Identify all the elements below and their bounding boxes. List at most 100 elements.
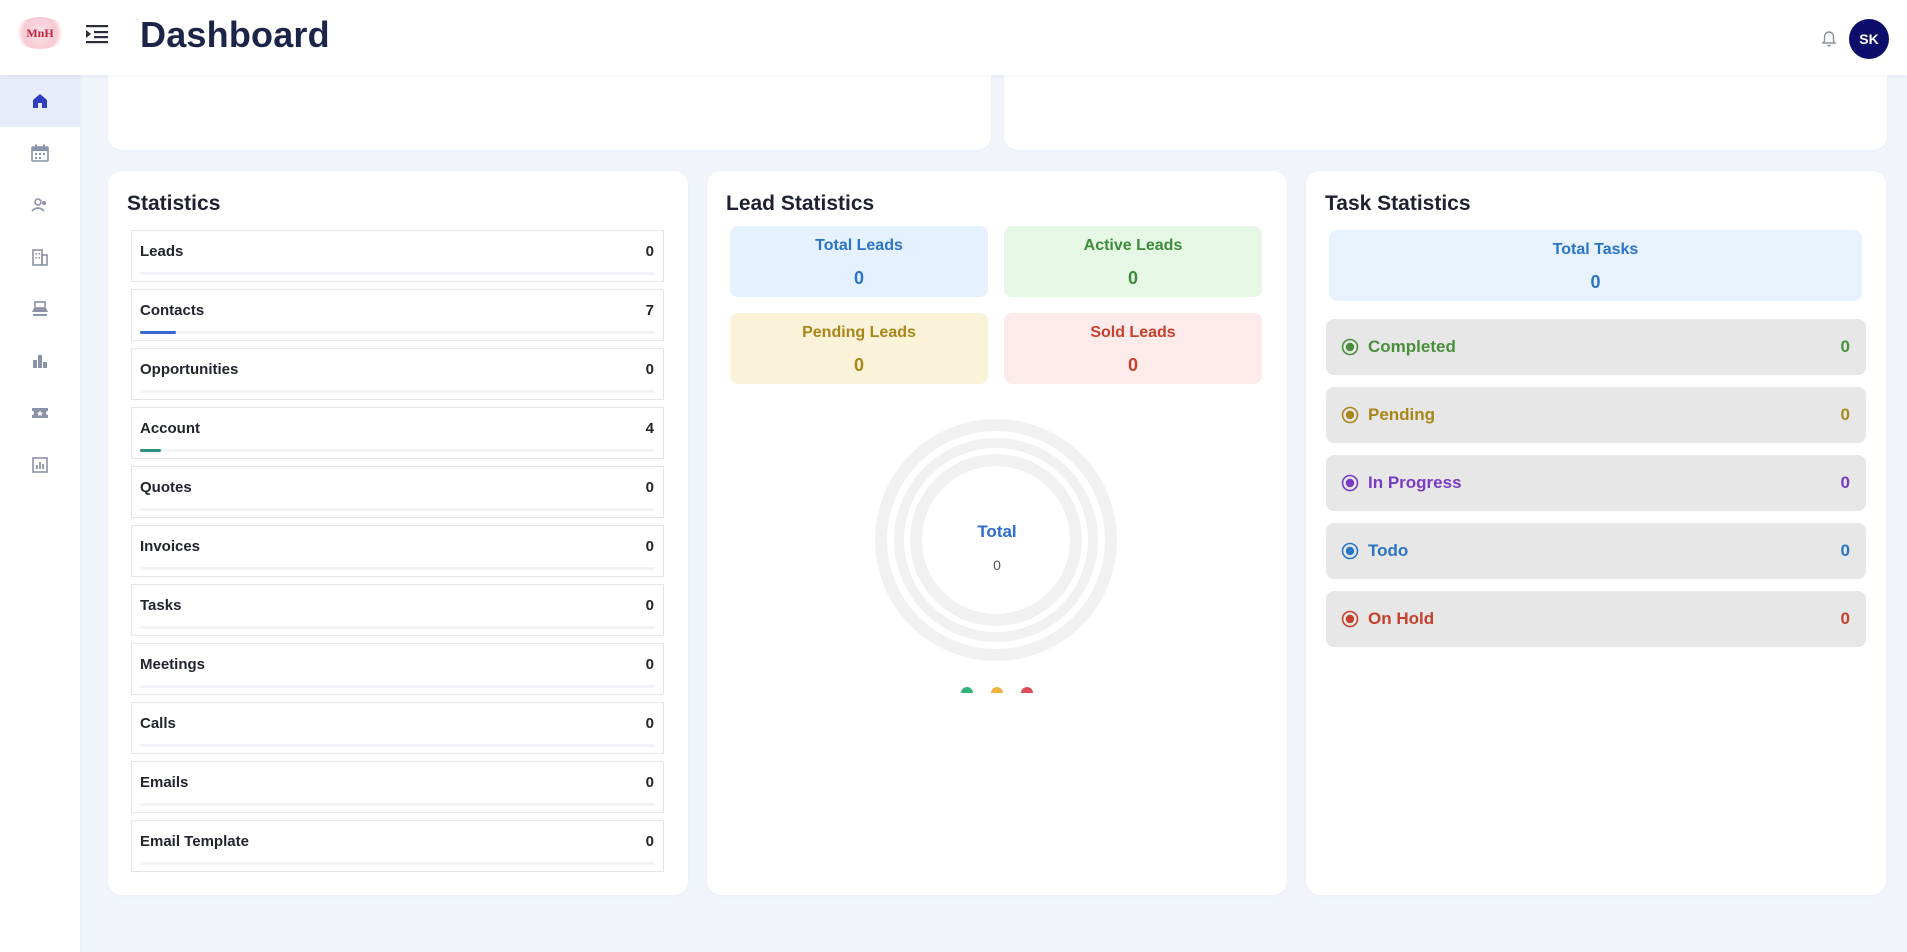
menu-toggle-icon[interactable] (86, 23, 110, 45)
stat-progress-track (140, 744, 655, 747)
stat-label: Calls (140, 715, 176, 732)
top-bar: MnH Dashboard SK (0, 0, 1907, 75)
bar-chart-icon (33, 355, 47, 368)
sidebar-item-accounts[interactable] (0, 231, 80, 283)
lead-tile-value: 0 (1127, 268, 1138, 288)
stat-row-calls[interactable]: Calls 0 (131, 702, 664, 754)
lead-tile-label: Sold Leads (1090, 324, 1176, 341)
stat-value: 0 (645, 597, 654, 614)
stat-row-tasks[interactable]: Tasks 0 (131, 584, 664, 636)
stat-row-contacts[interactable]: Contacts 7 (131, 289, 664, 341)
logo-text: MnH (26, 25, 54, 40)
lead-tile-label: Pending Leads (802, 324, 916, 341)
stat-label: Account (140, 420, 200, 437)
overview-card-right (1004, 62, 1887, 150)
task-statistics-panel: Task Statistics Total Tasks 0 Completed 0… (1306, 171, 1886, 895)
desk-icon (32, 301, 48, 316)
statistics-panel: Statistics Leads 0 Contacts 7 Opportunities 0… (108, 171, 688, 895)
sidebar-item-calendar[interactable] (0, 127, 80, 179)
legend-item[interactable] (961, 685, 973, 693)
task-row-label: On Hold (1368, 609, 1435, 628)
task-row-todo[interactable]: Todo 0 (1326, 523, 1866, 579)
task-row-pending[interactable]: Pending 0 (1326, 387, 1866, 443)
lead-statistics-title: Lead Statistics (726, 192, 875, 215)
donut-total-label: Total (977, 522, 1017, 541)
sidebar-item-home[interactable] (0, 75, 80, 127)
stat-label: Invoices (140, 538, 201, 555)
stat-progress-track (140, 331, 655, 334)
sidebar-item-analytics[interactable] (0, 439, 80, 491)
stat-row-account[interactable]: Account 4 (131, 407, 664, 459)
page-title: Dashboard (140, 14, 330, 55)
sidebar-item-tickets[interactable] (0, 387, 80, 439)
lead-tile-sold-leads[interactable]: Sold Leads 0 (1004, 313, 1262, 384)
stat-row-meetings[interactable]: Meetings 0 (131, 643, 664, 695)
legend-dot (991, 687, 1003, 693)
avatar[interactable]: SK (1849, 19, 1889, 59)
task-row-value: 0 (1840, 541, 1850, 560)
statistics-list: Leads 0 Contacts 7 Opportunities 0 Account 4 Quo… (131, 230, 664, 879)
stat-label: Email Template (140, 833, 249, 850)
task-row-value: 0 (1840, 405, 1850, 424)
statistics-title: Statistics (127, 192, 221, 215)
overview-card-left (108, 62, 991, 150)
lead-tile-label: Total Leads (815, 237, 903, 254)
lead-tile-value: 0 (1127, 355, 1138, 375)
lead-tile-active-leads[interactable]: Active Leads 0 (1004, 226, 1262, 297)
stat-label: Meetings (140, 656, 206, 673)
stat-row-emails[interactable]: Emails 0 (131, 761, 664, 813)
status-dot-icon (1341, 474, 1359, 492)
sidebar-item-contacts[interactable] (0, 179, 80, 231)
calendar-icon (31, 144, 49, 162)
task-row-value: 0 (1840, 609, 1850, 628)
stat-row-leads[interactable]: Leads 0 (131, 230, 664, 282)
home-icon (33, 94, 47, 108)
stat-value: 0 (645, 538, 654, 555)
task-statistics-title: Task Statistics (1325, 192, 1471, 215)
stat-label: Quotes (140, 479, 192, 496)
report-icon (32, 457, 48, 473)
sidebar-item-office[interactable] (0, 283, 80, 335)
total-tasks-label: Total Tasks (1552, 241, 1639, 258)
stat-label: Tasks (140, 597, 182, 614)
stat-value: 0 (645, 479, 654, 496)
stat-progress-fill (140, 331, 177, 334)
stat-row-opportunities[interactable]: Opportunities 0 (131, 348, 664, 400)
legend-item[interactable] (991, 685, 1003, 693)
stat-value: 0 (645, 361, 654, 378)
status-dot-icon (1341, 406, 1359, 424)
stat-row-quotes[interactable]: Quotes 0 (131, 466, 664, 518)
stat-row-invoices[interactable]: Invoices 0 (131, 525, 664, 577)
lead-tile-label: Active Leads (1083, 237, 1183, 254)
stat-label: Contacts (140, 302, 205, 319)
users-icon (31, 198, 46, 212)
stat-progress-track (140, 449, 655, 452)
task-row-in-progress[interactable]: In Progress 0 (1326, 455, 1866, 511)
task-row-label: Todo (1368, 541, 1409, 560)
total-tasks-value: 0 (1590, 272, 1601, 292)
lead-tile-total-leads[interactable]: Total Leads 0 (730, 226, 988, 297)
sidebar-item-reports[interactable] (0, 335, 80, 387)
legend-dot (961, 687, 973, 693)
stat-progress-track (140, 862, 655, 865)
lead-tile-pending-leads[interactable]: Pending Leads 0 (730, 313, 988, 384)
stat-value: 0 (645, 243, 654, 260)
stat-value: 0 (645, 833, 654, 850)
donut-legend (707, 685, 1287, 693)
stat-row-email-template[interactable]: Email Template 0 (131, 820, 664, 872)
lead-tile-value: 0 (853, 268, 864, 288)
task-row-label: Pending (1368, 405, 1436, 424)
legend-dot (1021, 687, 1033, 693)
task-row-completed[interactable]: Completed 0 (1326, 319, 1866, 375)
stat-progress-track (140, 567, 655, 570)
stat-progress-track (140, 272, 655, 275)
stat-label: Emails (140, 774, 189, 791)
stat-progress-track (140, 390, 655, 393)
stat-value: 4 (645, 420, 654, 437)
logo[interactable]: MnH (14, 17, 66, 49)
stat-progress-track (140, 508, 655, 511)
total-tasks-tile[interactable]: Total Tasks 0 (1329, 230, 1862, 301)
notification-bell-icon[interactable] (1820, 30, 1838, 48)
legend-item[interactable] (1021, 685, 1033, 693)
task-row-on-hold[interactable]: On Hold 0 (1326, 591, 1866, 647)
